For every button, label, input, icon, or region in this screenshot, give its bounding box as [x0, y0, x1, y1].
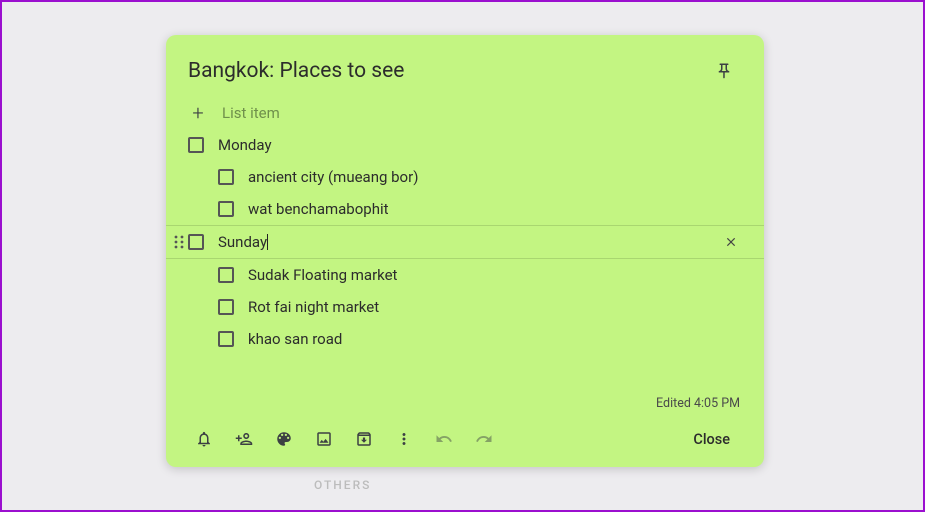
list-item-text[interactable]: wat benchamabophit	[248, 200, 752, 218]
list-item[interactable]: Rot fai night market	[166, 291, 764, 323]
bell-icon	[195, 430, 213, 448]
list-item-text[interactable]: ancient city (mueang bor)	[248, 168, 752, 186]
pin-button[interactable]	[706, 53, 742, 89]
others-section-label: OTHERS	[314, 478, 371, 492]
edited-timestamp: Edited 4:05 PM	[184, 390, 746, 421]
checkbox[interactable]	[218, 169, 234, 185]
image-icon	[315, 430, 333, 448]
close-button[interactable]: Close	[677, 423, 746, 456]
drag-handle-icon[interactable]	[170, 234, 188, 250]
archive-icon	[355, 430, 373, 448]
image-button[interactable]	[304, 421, 344, 457]
list-item-text[interactable]: Rot fai night market	[248, 298, 752, 316]
undo-icon	[435, 430, 453, 448]
palette-icon	[275, 430, 293, 448]
new-list-item-row[interactable]: + List item	[166, 97, 764, 129]
more-vert-icon	[395, 430, 413, 448]
note-card: Bangkok: Places to see + List item Monda…	[166, 35, 764, 467]
list-item[interactable]: Sudak Floating market	[166, 259, 764, 291]
checkbox[interactable]	[218, 331, 234, 347]
note-title[interactable]: Bangkok: Places to see	[188, 59, 706, 83]
new-item-placeholder: List item	[222, 104, 280, 122]
redo-button[interactable]	[464, 421, 504, 457]
list-item[interactable]: wat benchamabophit	[166, 193, 764, 225]
person-add-icon	[235, 430, 253, 448]
list-item-text[interactable]: Sudak Floating market	[248, 266, 752, 284]
close-icon	[724, 235, 738, 249]
redo-icon	[475, 430, 493, 448]
list-item[interactable]: Monday	[166, 129, 764, 161]
list-item-active[interactable]: Sunday	[166, 225, 764, 259]
more-button[interactable]	[384, 421, 424, 457]
list-item-text[interactable]: khao san road	[248, 330, 752, 348]
checkbox[interactable]	[218, 299, 234, 315]
checkbox[interactable]	[218, 267, 234, 283]
list-item-text[interactable]: Sunday	[218, 233, 724, 251]
undo-button[interactable]	[424, 421, 464, 457]
checkbox[interactable]	[188, 137, 204, 153]
note-header: Bangkok: Places to see	[166, 35, 764, 97]
collaborator-button[interactable]	[224, 421, 264, 457]
list-item[interactable]: ancient city (mueang bor)	[166, 161, 764, 193]
color-button[interactable]	[264, 421, 304, 457]
pin-icon	[715, 62, 733, 80]
list-item[interactable]: khao san road	[166, 323, 764, 355]
note-footer: Edited 4:05 PM	[166, 390, 764, 467]
archive-button[interactable]	[344, 421, 384, 457]
reminder-button[interactable]	[184, 421, 224, 457]
checkbox[interactable]	[218, 201, 234, 217]
delete-item-button[interactable]	[724, 235, 752, 249]
note-toolbar: Close	[184, 421, 746, 457]
checklist: + List item Monday ancient city (mueang …	[166, 97, 764, 390]
plus-icon: +	[188, 103, 208, 123]
checkbox[interactable]	[188, 234, 204, 250]
list-item-text[interactable]: Monday	[218, 136, 752, 154]
